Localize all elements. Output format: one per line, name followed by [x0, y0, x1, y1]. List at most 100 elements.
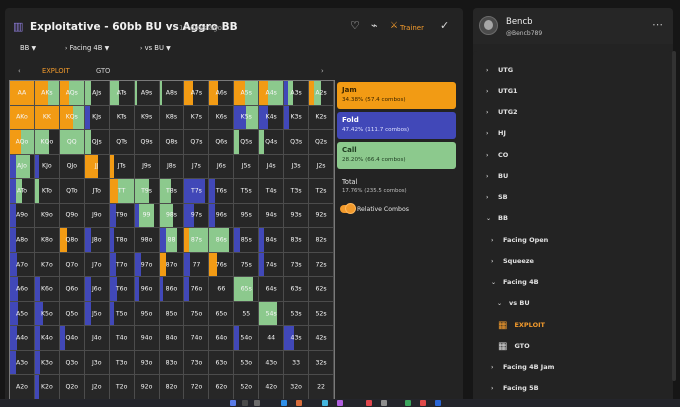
hand-cell-k7s[interactable]: K7s — [184, 105, 210, 131]
hand-cell-kqs[interactable]: KQs — [59, 105, 85, 131]
tree-item-sb[interactable]: › SB — [486, 190, 508, 204]
hand-cell-q4o[interactable]: Q4o — [59, 326, 85, 351]
hand-cell-92o[interactable]: 92o — [134, 375, 160, 400]
hand-cell-32s[interactable]: 32s — [309, 350, 334, 376]
hand-cell-jto[interactable]: JTo — [84, 179, 110, 204]
tab-next-icon[interactable]: › — [321, 67, 324, 75]
toggle-check-icon[interactable] — [345, 203, 356, 214]
hand-cell-a7s[interactable]: A7s — [184, 81, 210, 106]
hand-cell-95s[interactable]: 95s — [234, 203, 260, 229]
hand-cell-kto[interactable]: KTo — [34, 179, 60, 204]
hand-cell-ako[interactable]: AKo — [10, 105, 35, 131]
hand-cell-j3s[interactable]: J3s — [284, 154, 310, 180]
heart-icon[interactable]: ♡ — [350, 19, 360, 32]
hand-cell-j8o[interactable]: J8o — [84, 228, 110, 253]
hand-cell-jts[interactable]: JTs — [109, 154, 135, 180]
hand-cell-k9o[interactable]: K9o — [34, 203, 60, 229]
hand-cell-t7o[interactable]: T7o — [109, 252, 135, 278]
hand-cell-q5s[interactable]: Q5s — [234, 130, 260, 155]
hand-cell-t2s[interactable]: T2s — [309, 179, 334, 204]
tree-item-exploit[interactable]: ▦ EXPLOIT — [498, 318, 545, 332]
hand-cell-83s[interactable]: 83s — [284, 228, 310, 253]
hand-cell-a4s[interactable]: A4s — [259, 81, 285, 106]
hand-cell-a9o[interactable]: A9o — [10, 203, 35, 229]
hand-cell-t6o[interactable]: T6o — [109, 277, 135, 302]
hand-cell-54s[interactable]: 54s — [259, 301, 285, 327]
hand-cell-j4o[interactable]: J4o — [84, 326, 110, 351]
hand-cell-t9o[interactable]: T9o — [109, 203, 135, 229]
hand-cell-a8s[interactable]: A8s — [159, 81, 185, 106]
hand-cell-87s[interactable]: 87s — [184, 228, 210, 253]
app-icon[interactable] — [322, 400, 328, 406]
hand-cell-k5s[interactable]: K5s — [234, 105, 260, 131]
hand-cell-q6s[interactable]: Q6s — [209, 130, 235, 155]
app-icon[interactable] — [337, 400, 343, 406]
hand-cell-74o[interactable]: 74o — [184, 326, 210, 351]
jam-card[interactable]: Jam 34.38% (57.4 combos) — [337, 82, 456, 109]
hand-cell-k8o[interactable]: K8o — [34, 228, 60, 253]
tree-item-bu[interactable]: › BU — [486, 169, 508, 183]
hand-cell-99[interactable]: 99 — [134, 203, 160, 229]
hand-cell-kjo[interactable]: KJo — [34, 154, 60, 180]
hand-cell-97s[interactable]: 97s — [184, 203, 210, 229]
fold-card[interactable]: Fold 47.42% (111.7 combos) — [337, 112, 456, 139]
hand-cell-42o[interactable]: 42o — [259, 375, 285, 400]
hand-cell-a9s[interactable]: A9s — [134, 81, 160, 106]
hand-cell-j2o[interactable]: J2o — [84, 375, 110, 400]
hand-cell-q8s[interactable]: Q8s — [159, 130, 185, 155]
hand-cell-k7o[interactable]: K7o — [34, 252, 60, 278]
tree-item-gto[interactable]: ▦ GTO — [498, 339, 530, 353]
hand-cell-86o[interactable]: 86o — [159, 277, 185, 302]
hand-cell-q7o[interactable]: Q7o — [59, 252, 85, 278]
hand-cell-t6s[interactable]: T6s — [209, 179, 235, 204]
hand-cell-43s[interactable]: 43s — [284, 326, 310, 351]
hand-cell-53s[interactable]: 53s — [284, 301, 310, 327]
hand-cell-75s[interactable]: 75s — [234, 252, 260, 278]
hand-cell-qts[interactable]: QTs — [109, 130, 135, 155]
hand-cell-76s[interactable]: 76s — [209, 252, 235, 278]
tree-item-hj[interactable]: › HJ — [486, 126, 506, 140]
hand-cell-33[interactable]: 33 — [284, 350, 310, 376]
edge-icon[interactable] — [281, 400, 287, 406]
hand-cell-j3o[interactable]: J3o — [84, 350, 110, 376]
hand-cell-q9s[interactable]: Q9s — [134, 130, 160, 155]
hand-cell-ats[interactable]: ATs — [109, 81, 135, 106]
hand-cell-98o[interactable]: 98o — [134, 228, 160, 253]
hand-cell-q8o[interactable]: Q8o — [59, 228, 85, 253]
hand-cell-k2o[interactable]: K2o — [34, 375, 60, 400]
hand-cell-q3o[interactable]: Q3o — [59, 350, 85, 376]
hand-cell-64o[interactable]: 64o — [209, 326, 235, 351]
hand-cell-72o[interactable]: 72o — [184, 375, 210, 400]
hand-cell-t5o[interactable]: T5o — [109, 301, 135, 327]
hand-cell-75o[interactable]: 75o — [184, 301, 210, 327]
hand-cell-ajo[interactable]: AJo — [10, 154, 35, 180]
tab-gto[interactable]: GTO — [96, 67, 110, 75]
hand-cell-j6s[interactable]: J6s — [209, 154, 235, 180]
hand-cell-jj[interactable]: JJ — [84, 154, 110, 180]
windows-start-icon[interactable] — [230, 400, 236, 406]
hand-cell-q7s[interactable]: Q7s — [184, 130, 210, 155]
hand-cell-q4s[interactable]: Q4s — [259, 130, 285, 155]
tree-item-squeeze[interactable]: › Squeeze — [491, 254, 534, 268]
hand-cell-62o[interactable]: 62o — [209, 375, 235, 400]
tree-scrollbar[interactable] — [672, 51, 676, 381]
hand-cell-tt[interactable]: TT — [109, 179, 135, 204]
hand-cell-77[interactable]: 77 — [184, 252, 210, 278]
hand-cell-j4s[interactable]: J4s — [259, 154, 285, 180]
hand-cell-82s[interactable]: 82s — [309, 228, 334, 253]
hand-cell-85s[interactable]: 85s — [234, 228, 260, 253]
hand-cell-97o[interactable]: 97o — [134, 252, 160, 278]
hand-cell-73o[interactable]: 73o — [184, 350, 210, 376]
tree-item-co[interactable]: › CO — [486, 148, 508, 162]
hand-cell-32o[interactable]: 32o — [284, 375, 310, 400]
hand-cell-j5o[interactable]: J5o — [84, 301, 110, 327]
hand-cell-52s[interactable]: 52s — [309, 301, 334, 327]
app-icon[interactable] — [381, 400, 387, 406]
hand-cell-q3s[interactable]: Q3s — [284, 130, 310, 155]
hand-cell-t4o[interactable]: T4o — [109, 326, 135, 351]
opponent-filter[interactable]: › vs BU ▼ — [140, 44, 171, 52]
hand-cell-a4o[interactable]: A4o — [10, 326, 35, 351]
hand-cell-t4s[interactable]: T4s — [259, 179, 285, 204]
hand-cell-65o[interactable]: 65o — [209, 301, 235, 327]
hand-cell-kk[interactable]: KK — [34, 105, 60, 131]
